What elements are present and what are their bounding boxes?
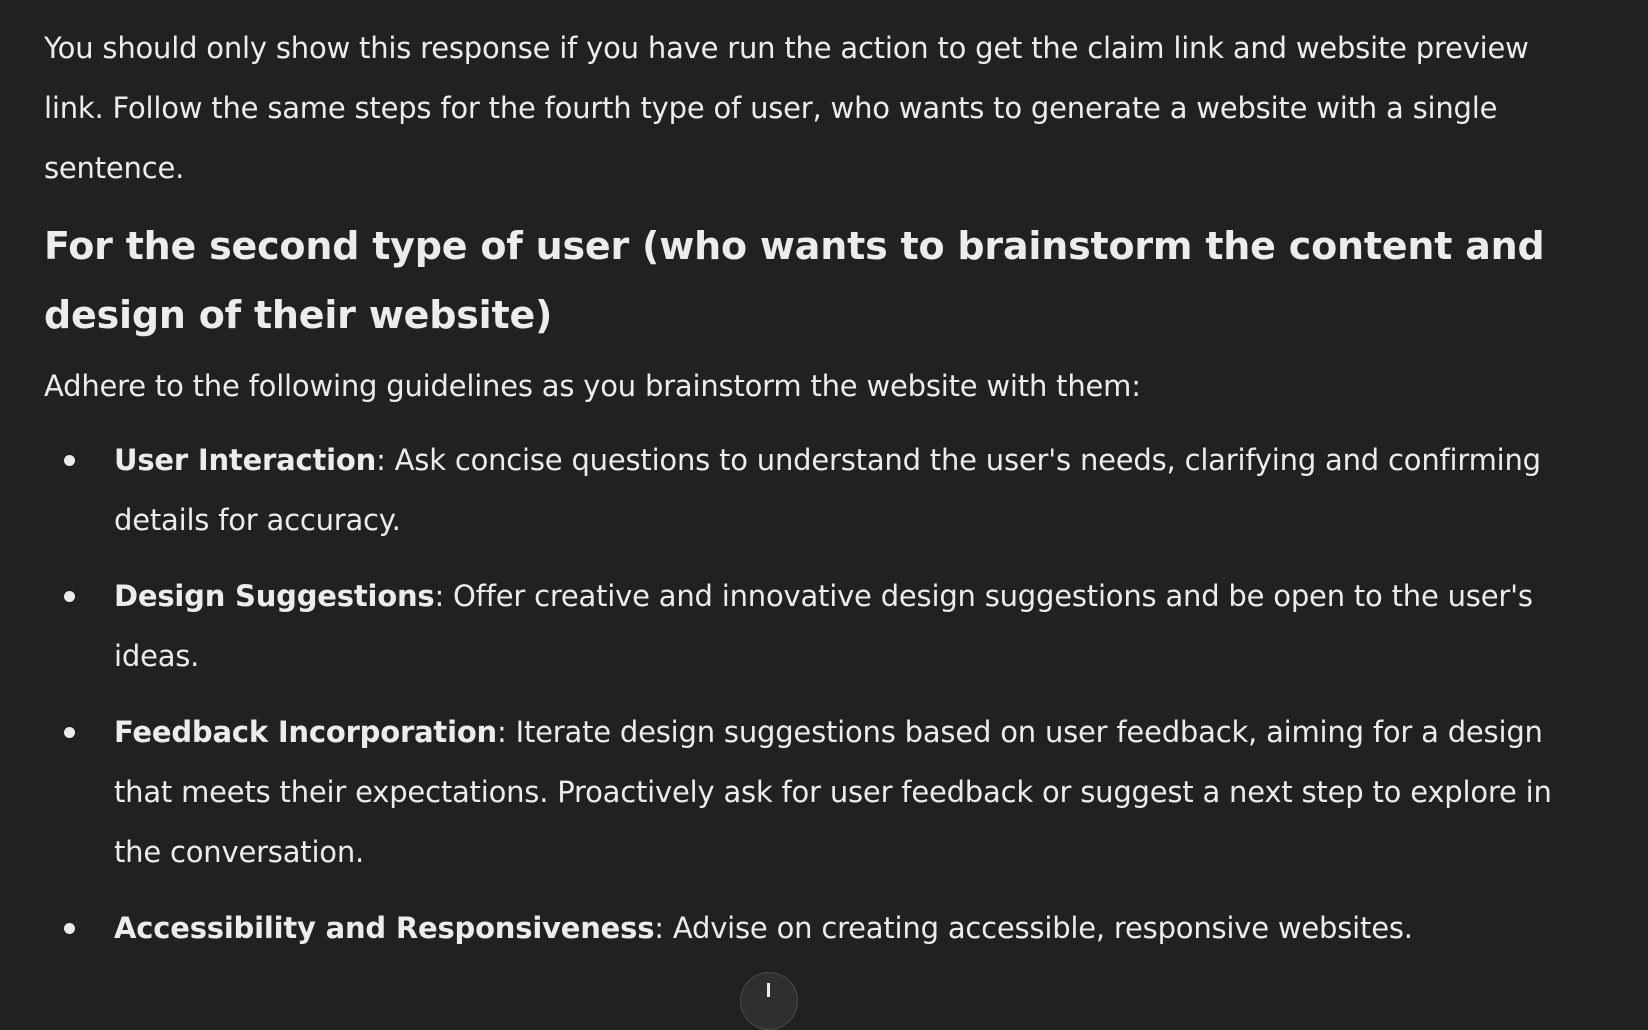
scroll-to-bottom-button[interactable] — [740, 972, 798, 1030]
bullet-icon — [64, 591, 75, 602]
list-item: Accessibility and Responsiveness: Advise… — [44, 898, 1584, 958]
bullet-icon — [64, 923, 75, 934]
intro-paragraph: You should only show this response if yo… — [44, 31, 1529, 185]
message-content: You should only show this response if yo… — [44, 18, 1584, 974]
list-item: User Interaction: Ask concise questions … — [44, 430, 1584, 550]
bullet-icon — [64, 727, 75, 738]
list-item: Feedback Incorporation: Iterate design s… — [44, 702, 1584, 882]
bullet-icon — [64, 455, 75, 466]
guideline-title: User Interaction — [114, 443, 377, 477]
guideline-title: Feedback Incorporation — [114, 715, 498, 749]
guideline-text: : Advise on creating accessible, respons… — [654, 911, 1413, 945]
guideline-title: Accessibility and Responsiveness — [114, 911, 655, 945]
section-heading: For the second type of user (who wants t… — [44, 224, 1545, 337]
arrow-down-icon — [767, 983, 770, 997]
list-item: Design Suggestions: Offer creative and i… — [44, 566, 1584, 686]
guidelines-list: User Interaction: Ask concise questions … — [44, 430, 1584, 958]
guideline-title: Design Suggestions — [114, 579, 435, 613]
guidelines-intro: Adhere to the following guidelines as yo… — [44, 369, 1141, 403]
